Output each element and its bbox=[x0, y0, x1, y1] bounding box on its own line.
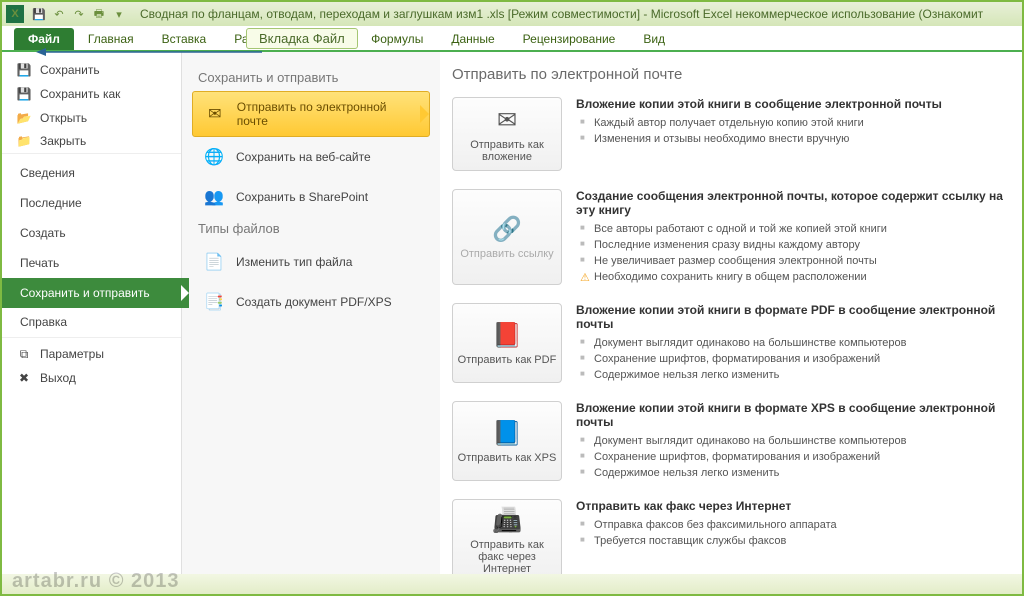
watermark: artabr.ru © 2013 bbox=[12, 570, 179, 594]
menu-open[interactable]: 📂Открыть bbox=[2, 106, 181, 130]
option-bullet: Документ выглядит одинаково на большинст… bbox=[576, 433, 1010, 449]
option-desc: Отправить как факс через Интернет Отправк… bbox=[576, 499, 1010, 574]
option-button-label: Отправить ссылку bbox=[460, 248, 553, 260]
callout-label: Вкладка Файл bbox=[246, 28, 358, 49]
menu-save-as[interactable]: 💾Сохранить как bbox=[2, 82, 181, 106]
print-icon[interactable]: 🖶 bbox=[90, 5, 108, 23]
option-desc: Вложение копии этой книги в сообщение эл… bbox=[576, 97, 1010, 171]
tab-view[interactable]: Вид bbox=[629, 28, 679, 50]
menu-close[interactable]: 📁Закрыть bbox=[2, 130, 181, 154]
cat-change-filetype[interactable]: 📄Изменить тип файла bbox=[192, 242, 430, 282]
option-bullet: Документ выглядит одинаково на большинст… bbox=[576, 335, 1010, 351]
option-bullet: Не увеличивает размер сообщения электрон… bbox=[576, 253, 1010, 269]
option-icon: 📕 bbox=[492, 321, 522, 350]
menu-recent[interactable]: Последние bbox=[2, 188, 181, 218]
panel-title: Отправить по электронной почте bbox=[452, 66, 1010, 83]
undo-icon[interactable]: ↶ bbox=[50, 5, 68, 23]
option-bullet: Содержимое нельзя легко изменить bbox=[576, 367, 1010, 383]
option-bullet: Каждый автор получает отдельную копию эт… bbox=[576, 115, 1010, 131]
option-heading: Вложение копии этой книги в формате XPS … bbox=[576, 401, 1010, 429]
tab-data[interactable]: Данные bbox=[437, 28, 508, 50]
cat-save-sharepoint[interactable]: 👥Сохранить в SharePoint bbox=[192, 177, 430, 217]
cat-send-email[interactable]: ✉Отправить по электронной почте bbox=[192, 91, 430, 137]
send-option-button-3[interactable]: 📘 Отправить как XPS bbox=[452, 401, 562, 481]
option-bullet: Требуется поставщик службы факсов bbox=[576, 533, 1010, 549]
save-icon: 💾 bbox=[16, 62, 32, 78]
option-heading: Вложение копии этой книги в формате PDF … bbox=[576, 303, 1010, 331]
redo-icon[interactable]: ↷ bbox=[70, 5, 88, 23]
menu-new[interactable]: Создать bbox=[2, 218, 181, 248]
tab-home[interactable]: Главная bbox=[74, 28, 148, 50]
send-option-button-2[interactable]: 📕 Отправить как PDF bbox=[452, 303, 562, 383]
save-as-icon: 💾 bbox=[16, 86, 32, 102]
option-bullet: Изменения и отзывы необходимо внести вру… bbox=[576, 131, 1010, 147]
option-bullet: Сохранение шрифтов, форматирования и изо… bbox=[576, 449, 1010, 465]
quick-access-toolbar: X 💾 ↶ ↷ 🖶 ▾ bbox=[6, 5, 128, 23]
menu-options[interactable]: ⧉Параметры bbox=[2, 342, 181, 366]
send-option-button-1: 🔗 Отправить ссылку bbox=[452, 189, 562, 285]
option-desc: Создание сообщения электронной почты, ко… bbox=[576, 189, 1010, 285]
window-title: Сводная по фланцам, отводам, переходам и… bbox=[140, 7, 1022, 21]
option-warning: Необходимо сохранить книгу в общем распо… bbox=[576, 269, 1010, 285]
option-button-label: Отправить как факс через Интернет bbox=[457, 539, 557, 574]
filetype-icon: 📄 bbox=[202, 250, 226, 274]
send-option-button-4[interactable]: 📠 Отправить как факс через Интернет bbox=[452, 499, 562, 574]
option-bullet: Отправка факсов без факсимильного аппара… bbox=[576, 517, 1010, 533]
save-send-categories: Сохранить и отправить ✉Отправить по элек… bbox=[182, 52, 440, 574]
open-icon: 📂 bbox=[16, 110, 32, 126]
option-desc: Вложение копии этой книги в формате XPS … bbox=[576, 401, 1010, 481]
ribbon-tabs: Файл Главная Вставка Разметка страницы Ф… bbox=[2, 26, 1022, 52]
tab-review[interactable]: Рецензирование bbox=[509, 28, 630, 50]
option-button-label: Отправить как XPS bbox=[458, 452, 557, 464]
option-icon: 📠 bbox=[492, 506, 522, 535]
backstage-menu: 💾Сохранить 💾Сохранить как 📂Открыть 📁Закр… bbox=[2, 52, 182, 574]
close-icon: 📁 bbox=[16, 133, 32, 149]
exit-icon: ✖ bbox=[16, 370, 32, 386]
option-heading: Вложение копии этой книги в сообщение эл… bbox=[576, 97, 1010, 111]
option-icon: 📘 bbox=[492, 419, 522, 448]
send-email-panel: Отправить по электронной почте ✉ Отправит… bbox=[440, 52, 1022, 574]
title-bar: X 💾 ↶ ↷ 🖶 ▾ Сводная по фланцам, отводам,… bbox=[2, 2, 1022, 26]
group-title-filetypes: Типы файлов bbox=[198, 221, 430, 236]
menu-print[interactable]: Печать bbox=[2, 248, 181, 278]
option-bullet: Сохранение шрифтов, форматирования и изо… bbox=[576, 351, 1010, 367]
save-icon[interactable]: 💾 bbox=[30, 5, 48, 23]
group-title-send: Сохранить и отправить bbox=[198, 70, 430, 85]
menu-exit[interactable]: ✖Выход bbox=[2, 366, 181, 390]
option-desc: Вложение копии этой книги в формате PDF … bbox=[576, 303, 1010, 383]
tab-insert[interactable]: Вставка bbox=[148, 28, 221, 50]
excel-icon: X bbox=[6, 5, 24, 23]
option-icon: ✉ bbox=[497, 106, 517, 135]
menu-info[interactable]: Сведения bbox=[2, 158, 181, 188]
option-button-label: Отправить как PDF bbox=[458, 354, 557, 366]
globe-icon: 🌐 bbox=[202, 145, 226, 169]
cat-create-pdf-xps[interactable]: 📑Создать документ PDF/XPS bbox=[192, 282, 430, 322]
option-heading: Создание сообщения электронной почты, ко… bbox=[576, 189, 1010, 217]
send-option-button-0[interactable]: ✉ Отправить как вложение bbox=[452, 97, 562, 171]
menu-save-send[interactable]: Сохранить и отправить bbox=[2, 278, 189, 308]
option-bullet: Содержимое нельзя легко изменить bbox=[576, 465, 1010, 481]
tab-file[interactable]: Файл bbox=[14, 28, 74, 50]
options-icon: ⧉ bbox=[16, 346, 32, 362]
pdf-xps-icon: 📑 bbox=[202, 290, 226, 314]
more-icon[interactable]: ▾ bbox=[110, 5, 128, 23]
tab-formulas[interactable]: Формулы bbox=[357, 28, 437, 50]
menu-save[interactable]: 💾Сохранить bbox=[2, 58, 181, 82]
option-button-label: Отправить как вложение bbox=[457, 139, 557, 163]
option-bullet: Все авторы работают с одной и той же коп… bbox=[576, 221, 1010, 237]
email-icon: ✉ bbox=[203, 102, 227, 126]
sharepoint-icon: 👥 bbox=[202, 185, 226, 209]
option-heading: Отправить как факс через Интернет bbox=[576, 499, 1010, 513]
cat-save-web[interactable]: 🌐Сохранить на веб-сайте bbox=[192, 137, 430, 177]
option-icon: 🔗 bbox=[492, 215, 522, 244]
menu-help[interactable]: Справка bbox=[2, 308, 181, 338]
option-bullet: Последние изменения сразу видны каждому … bbox=[576, 237, 1010, 253]
